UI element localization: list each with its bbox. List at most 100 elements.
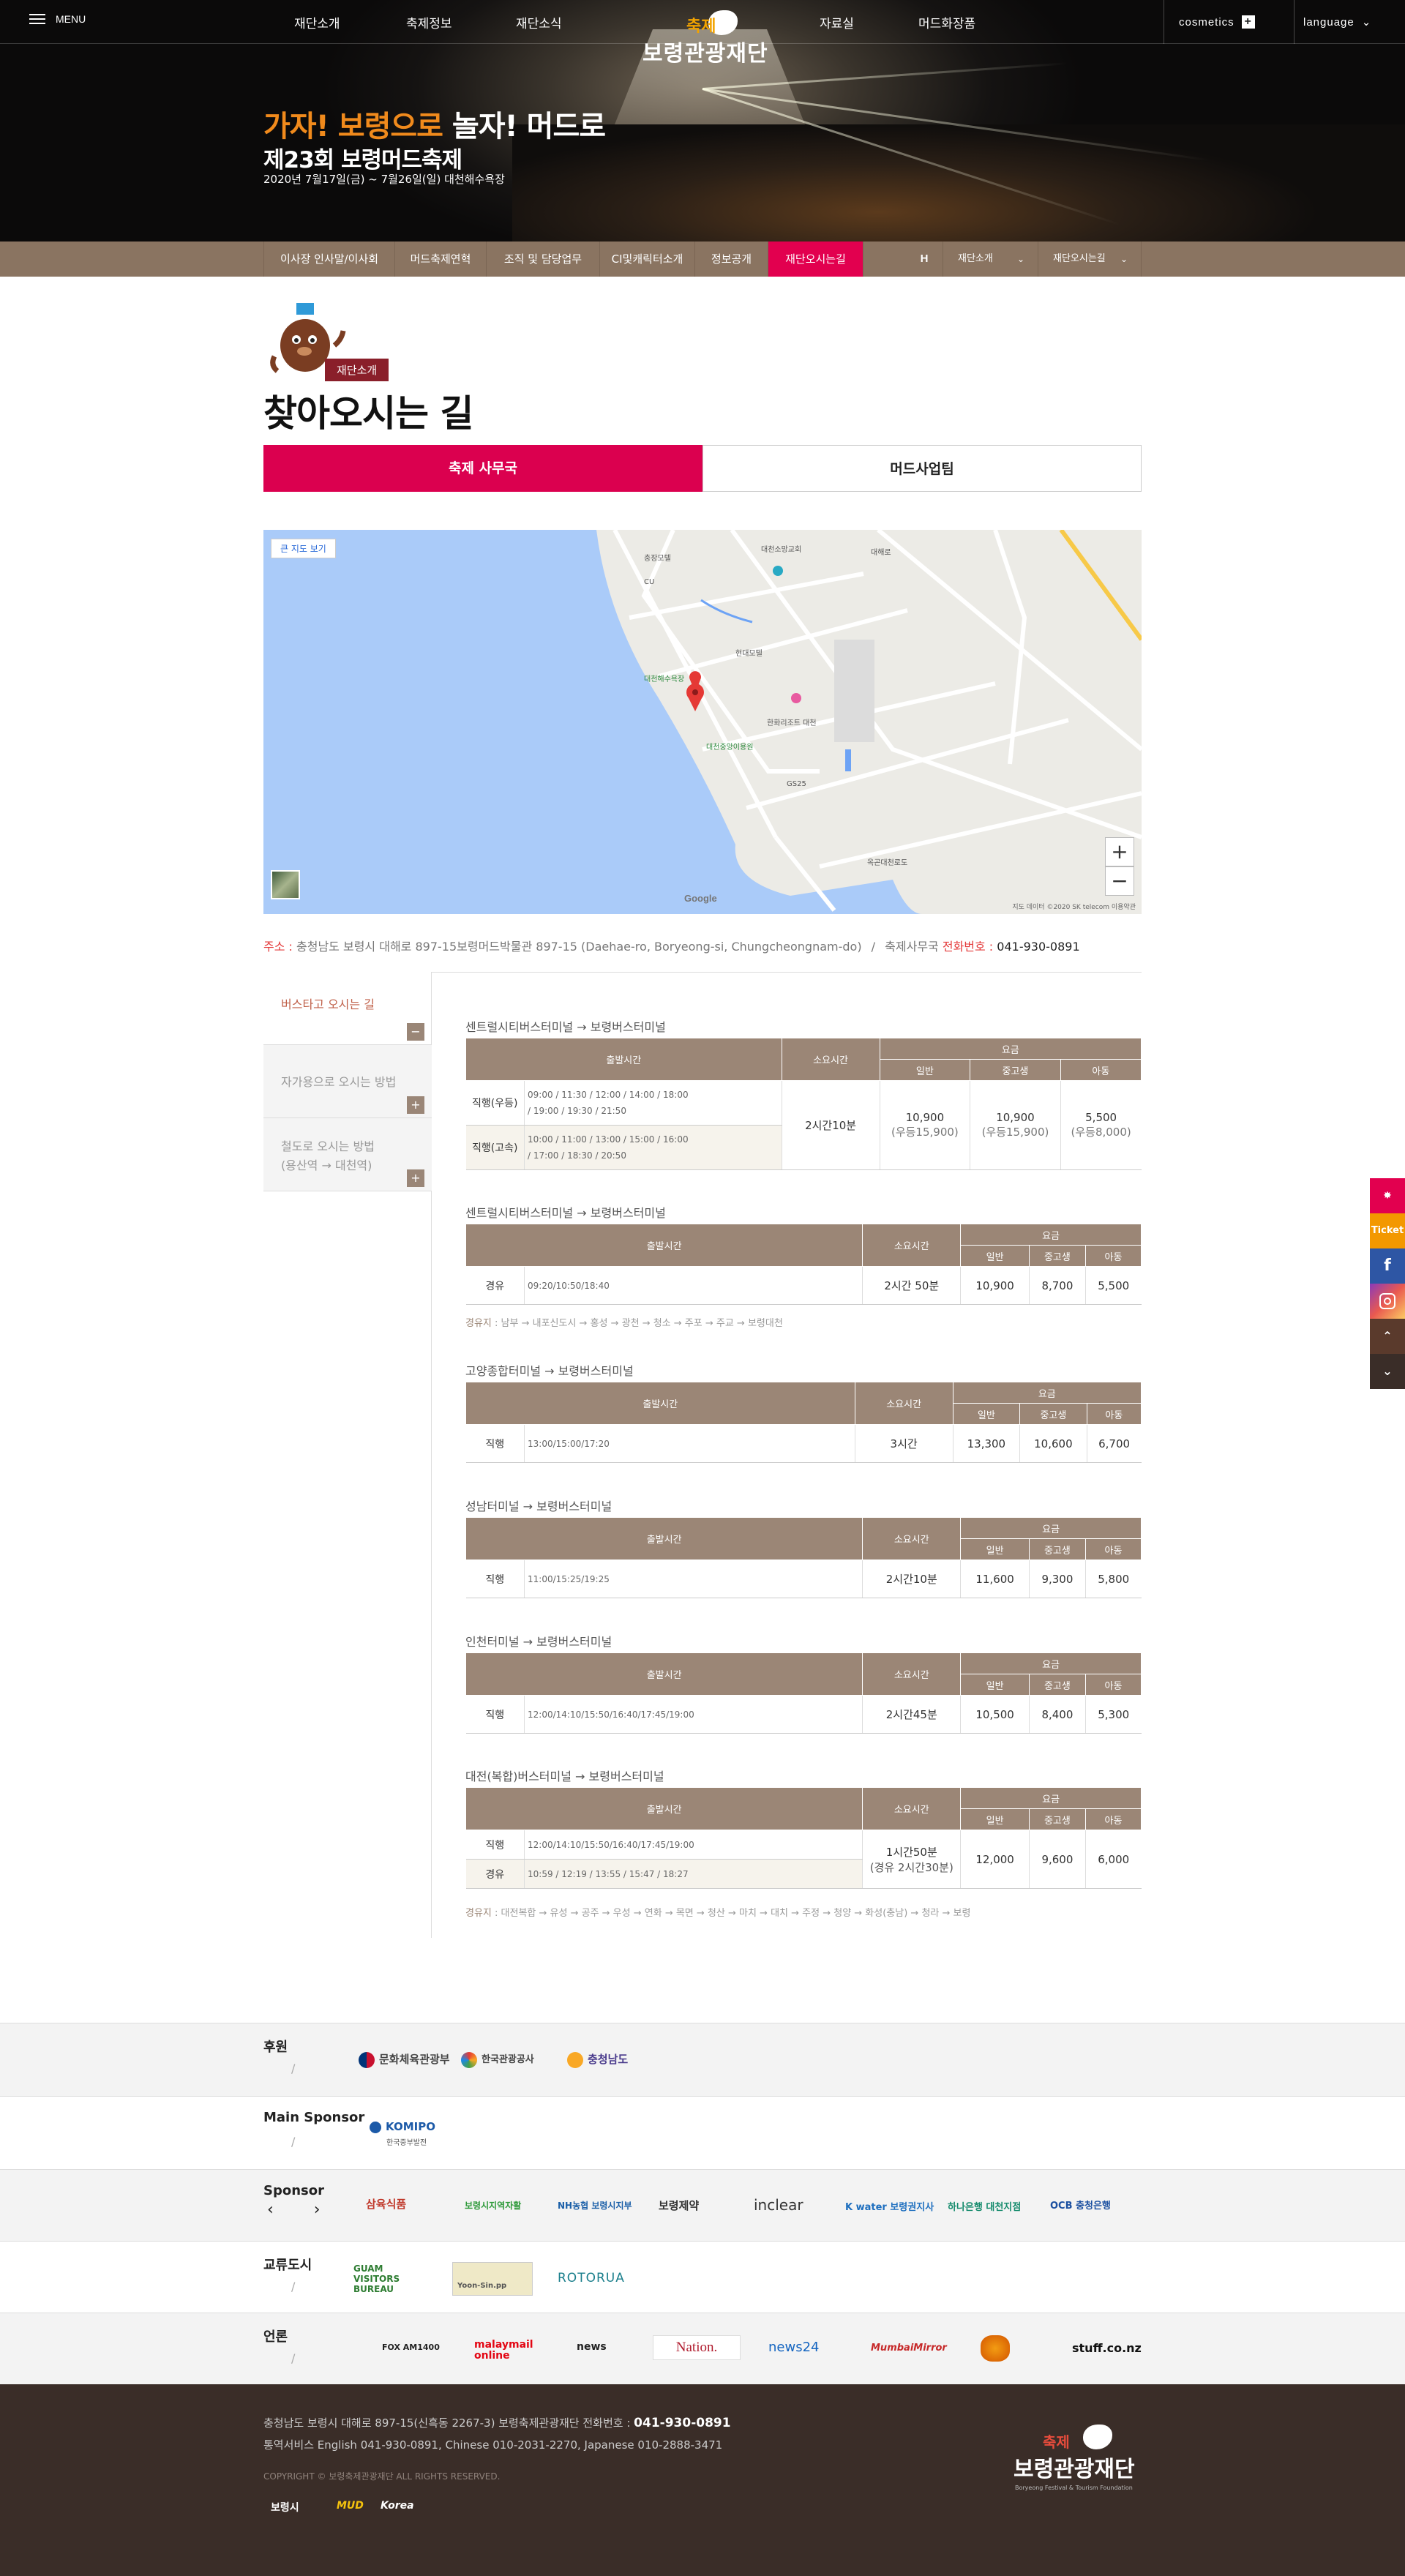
subnav-directions[interactable]: 재단오시는길 — [768, 242, 863, 277]
logo-festival-text: 축제 — [686, 18, 716, 36]
bus-kind: 경유 — [465, 1859, 525, 1889]
google-logo: Google — [684, 893, 717, 904]
sponsor-logo[interactable]: MumbaiMirror — [871, 2343, 947, 2354]
crowd-image — [512, 124, 1405, 242]
sponsor-logo[interactable]: NH농협 보령시지부 — [558, 2199, 632, 2212]
fare-table: 출발시간 소요시간 요금 일반 중고생 아동 경유 09:20/10:50/18:40 … — [465, 1224, 1142, 1305]
map-label: 대천소망교회 — [761, 546, 802, 554]
language-label: language — [1303, 15, 1355, 29]
sponsor-logo[interactable]: KOMIPO — [370, 2120, 435, 2133]
plus-icon: + — [1241, 15, 1255, 29]
sponsor-logo[interactable]: inclear — [754, 2196, 803, 2214]
scroll-up-button[interactable]: ⌃ — [1370, 1319, 1405, 1354]
sponsor-title: 언론 — [263, 2329, 288, 2345]
taegeuk-icon — [359, 2051, 375, 2068]
subnav-greeting[interactable]: 이사장 인사말/이사회 — [263, 242, 395, 277]
lnb-car[interactable]: 자가용으로 오시는 방법 + — [263, 1045, 432, 1118]
bigmap-button[interactable]: 큰 지도 보기 — [271, 539, 336, 558]
mud-logo[interactable]: MUD — [337, 2500, 364, 2512]
breadcrumb-dropdown-1[interactable]: 재단소개 ⌄ — [943, 242, 1038, 277]
map-label: 현대모텔 — [735, 650, 763, 658]
komipo-icon — [370, 2121, 381, 2133]
sponsor-logo[interactable]: 보령시지역자활 — [465, 2199, 521, 2212]
sponsor-carousel-arrows[interactable]: ‹ › — [267, 2201, 338, 2219]
sponsor-logo[interactable]: 보령제약 — [659, 2198, 699, 2213]
map-view[interactable]: 대천소망교회 충장모텔 CU 대천해수욕장 현대모텔 한화리조트 대천 대천중앙… — [263, 530, 1142, 914]
footer: 충청남도 보령시 대해로 897-15(신흑동 2267-3) 보령축제관광재단… — [0, 2384, 1405, 2576]
tab-mud-business[interactable]: 머드사업팀 — [702, 445, 1142, 492]
hero-date: 2020년 7월17일(금) ~ 7월26일(일) 대천해수욕장 — [263, 173, 505, 186]
sponsor-logo[interactable]: GUAM VISITORS BUREAU — [353, 2264, 412, 2294]
fare-teen: 8,700 — [1028, 1266, 1086, 1305]
fare-teen: 8,400 — [1028, 1695, 1086, 1734]
ticket-button[interactable]: Ticket — [1370, 1213, 1405, 1248]
lnb-bus[interactable]: 버스타고 오시는 길 − — [263, 972, 432, 1045]
gnb-foundation[interactable]: 재단소개 — [294, 13, 340, 31]
map-copyright: 지도 데이터 ©2020 SK telecom 이용약관 — [1012, 904, 1136, 911]
divider — [432, 972, 1142, 973]
plus-icon[interactable]: + — [407, 1096, 424, 1114]
sponsor-logo[interactable]: news24 — [768, 2340, 820, 2355]
facebook-icon[interactable]: f — [1370, 1248, 1405, 1284]
sponsor-logo[interactable]: news — [577, 2341, 607, 2353]
fare-adult: 10,500 — [960, 1695, 1030, 1734]
bus-times: 09:20/10:50/18:40 — [523, 1266, 863, 1305]
home-icon[interactable]: H — [906, 242, 943, 277]
tab-festival-office[interactable]: 축제 사무국 — [263, 445, 702, 492]
route-title: 센트럴시티버스터미널 → 보령버스터미널 — [465, 1020, 666, 1034]
fare-child: 5,500 (우등8,000) — [1060, 1080, 1142, 1170]
sponsor-logo[interactable]: malaymail online — [474, 2340, 533, 2362]
gnb-archive[interactable]: 자료실 — [820, 13, 854, 31]
fare-child: 5,500 — [1084, 1266, 1142, 1305]
fare-adult: 10,900 — [960, 1266, 1030, 1305]
sponsor-logo[interactable]: 삼육식품 — [366, 2196, 406, 2212]
subnav-disclosure[interactable]: 정보공개 — [695, 242, 768, 277]
route-title: 고양종합터미널 → 보령버스터미널 — [465, 1364, 634, 1378]
sponsor-logo[interactable]: 한국관광공사 — [461, 2051, 534, 2068]
fare-table: 출발시간 소요시간 요금 일반 중고생 아동 직행 13:00/15:00/17:20 … — [465, 1382, 1142, 1463]
sponsor-logo[interactable]: FOX AM1400 — [382, 2343, 440, 2352]
sponsor-logo[interactable]: 문화체육관광부 — [359, 2051, 450, 2068]
gnb-mud-cosmetics[interactable]: 머드화장품 — [918, 13, 975, 31]
map-label: 대천중앙이용원 — [706, 744, 754, 752]
map-canvas — [263, 530, 1142, 914]
chevron-down-icon: ⌄ — [1016, 254, 1024, 264]
sponsor-logo[interactable]: Yoon-Sin.pp — [452, 2262, 533, 2296]
tiger-logo-icon[interactable] — [981, 2335, 1010, 2362]
scroll-down-button[interactable]: ⌄ — [1370, 1354, 1405, 1389]
gnb-news[interactable]: 재단소식 — [516, 13, 562, 31]
slash-divider: / — [291, 2062, 296, 2075]
map-label: CU — [644, 578, 655, 586]
mascot-quick-icon[interactable]: ✸ — [1370, 1178, 1405, 1213]
sponsor-logo[interactable]: 하나은행 대천지점 — [948, 2199, 1021, 2213]
lnb-bus-label: 버스타고 오시는 길 — [281, 997, 375, 1011]
korea-logo[interactable]: Korea — [381, 2500, 414, 2512]
sponsor-logo[interactable]: OCB 충청은행 — [1050, 2198, 1111, 2212]
minus-icon[interactable]: − — [407, 1023, 424, 1041]
lnb-train[interactable]: 철도로 오시는 방법 (용산역 → 대천역) + — [263, 1118, 432, 1191]
subnav-history[interactable]: 머드축제연혁 — [395, 242, 487, 277]
subnav-ci[interactable]: CI및캐릭터소개 — [600, 242, 695, 277]
route-title: 인천터미널 → 보령버스터미널 — [465, 1635, 612, 1649]
breadcrumb-dropdown-2[interactable]: 재단오시는길 ⌄ — [1038, 242, 1142, 277]
cosmetics-button[interactable]: cosmetics + — [1164, 0, 1294, 44]
zoom-in-button[interactable]: + — [1105, 837, 1134, 866]
slash-divider: / — [291, 2351, 296, 2365]
language-select[interactable]: language ⌄ — [1294, 0, 1405, 44]
gnb-festival[interactable]: 축제정보 — [406, 13, 452, 31]
site-logo[interactable]: 축제 보령관광재단 — [635, 7, 768, 73]
sponsor-logo[interactable]: Nation. — [653, 2335, 741, 2360]
sponsor-logo[interactable]: stuff.co.nz — [1072, 2341, 1142, 2355]
menu-button[interactable]: MENU — [29, 13, 86, 25]
sponsor-title: 후원 — [263, 2040, 288, 2055]
lnb-car-label: 자가용으로 오시는 방법 — [281, 1075, 397, 1089]
boryeong-city-logo[interactable]: 보령시 — [271, 2500, 299, 2515]
instagram-icon[interactable] — [1370, 1284, 1405, 1319]
sponsor-logo[interactable]: K water 보령권지사 — [845, 2199, 934, 2213]
subnav-organization[interactable]: 조직 및 담당업무 — [487, 242, 600, 277]
sponsor-logo[interactable]: ROTORUA — [558, 2271, 625, 2285]
satellite-toggle[interactable] — [271, 870, 300, 899]
sponsor-logo[interactable]: 충청남도 — [567, 2051, 628, 2068]
zoom-out-button[interactable]: − — [1105, 866, 1134, 896]
plus-icon[interactable]: + — [407, 1169, 424, 1187]
